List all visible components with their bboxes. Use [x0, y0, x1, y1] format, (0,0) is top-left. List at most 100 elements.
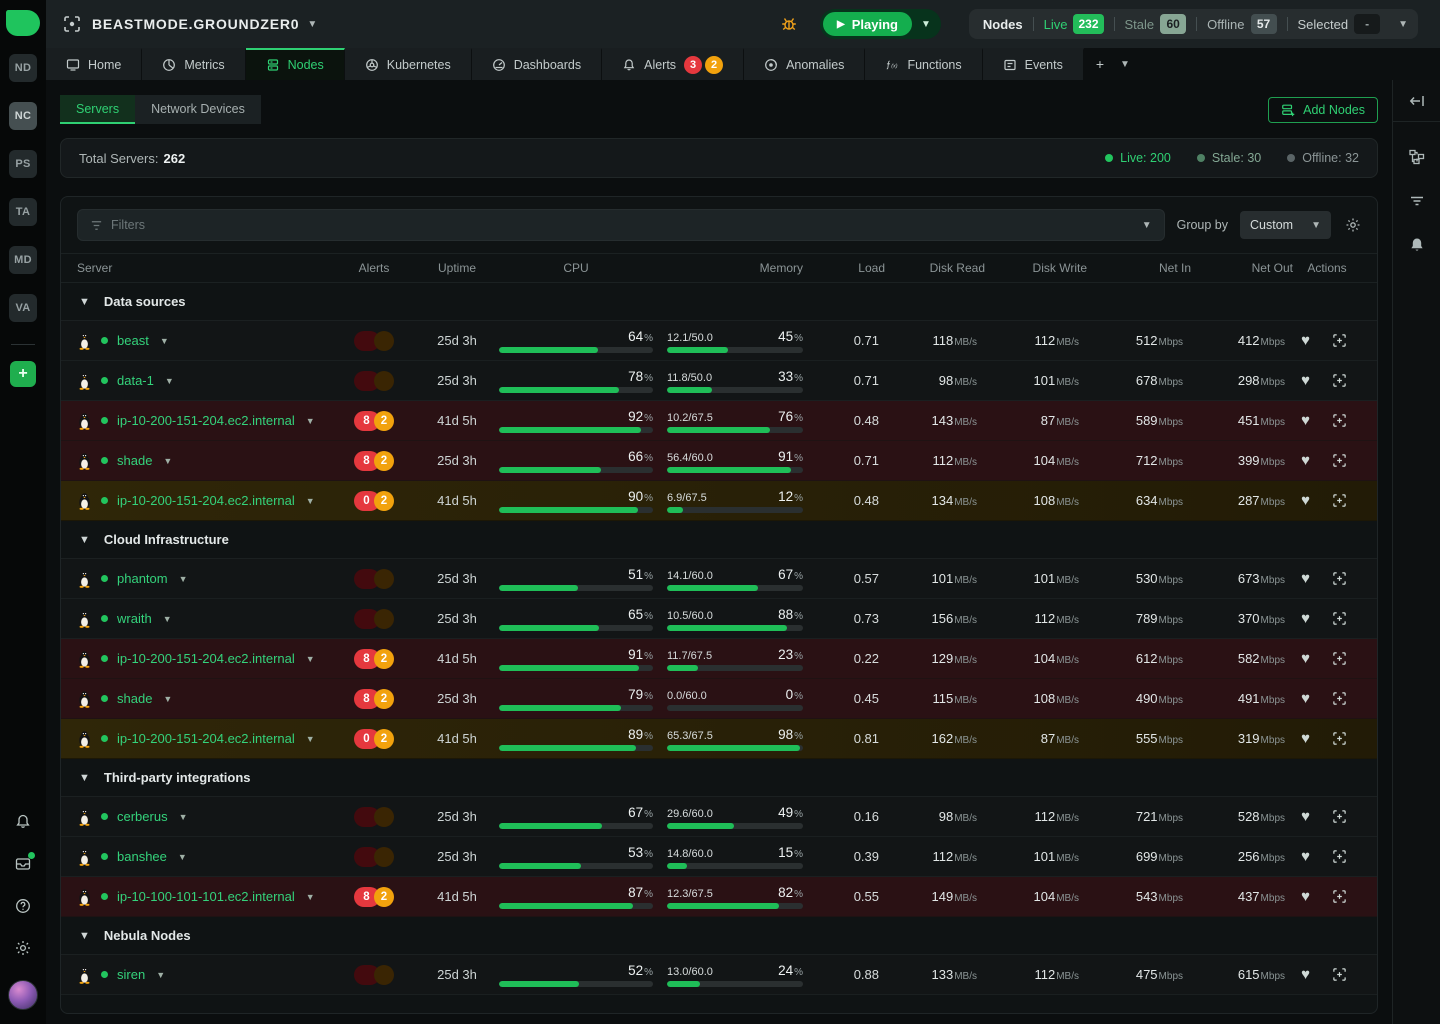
inspect-scan-icon[interactable]	[1332, 809, 1347, 824]
table-row[interactable]: cerberus▼0025d 3h67%29.6/60.049%0.1698MB…	[61, 797, 1377, 837]
server-name[interactable]: beast	[117, 333, 149, 348]
sidebar-item-nd[interactable]: ND	[9, 54, 37, 82]
server-name[interactable]: siren	[117, 967, 145, 982]
tab-nodes[interactable]: Nodes	[246, 48, 345, 80]
inspect-scan-icon[interactable]	[1332, 731, 1347, 746]
server-name[interactable]: shade	[117, 453, 152, 468]
group-header-third-party-integrations[interactable]: ▼Third-party integrations	[61, 759, 1377, 797]
settings-gear-icon[interactable]	[13, 938, 33, 958]
server-caret-down-icon[interactable]: ▼	[306, 892, 315, 902]
inspect-scan-icon[interactable]	[1332, 453, 1347, 468]
sidebar-item-ta[interactable]: TA	[9, 198, 37, 226]
table-row[interactable]: banshee▼0025d 3h53%14.8/60.015%0.39112MB…	[61, 837, 1377, 877]
favorite-heart-icon[interactable]: ♥	[1301, 333, 1310, 348]
tab-functions[interactable]: (x)Functions	[865, 48, 982, 80]
server-name[interactable]: ip-10-200-151-204.ec2.internal	[117, 413, 295, 428]
favorite-heart-icon[interactable]: ♥	[1301, 651, 1310, 666]
server-name[interactable]: shade	[117, 691, 152, 706]
inspect-scan-icon[interactable]	[1332, 413, 1347, 428]
collapse-panel-icon[interactable]	[1393, 80, 1440, 122]
inspect-scan-icon[interactable]	[1332, 373, 1347, 388]
server-caret-down-icon[interactable]: ▼	[156, 970, 165, 980]
help-icon[interactable]	[13, 896, 33, 916]
alerts-pill[interactable]: 82	[354, 411, 394, 431]
alerts-pill[interactable]: 02	[354, 729, 394, 749]
server-name[interactable]: ip-10-100-101-101.ec2.internal	[117, 889, 295, 904]
tab-anomalies[interactable]: Anomalies	[744, 48, 865, 80]
table-row[interactable]: data-1▼0025d 3h78%11.8/50.033%0.7198MB/s…	[61, 361, 1377, 401]
tab-metrics[interactable]: Metrics	[142, 48, 245, 80]
nav-overflow-chevron-icon[interactable]: ▼	[1120, 59, 1130, 70]
alerts-pill[interactable]: 02	[354, 491, 394, 511]
favorite-heart-icon[interactable]: ♥	[1301, 413, 1310, 428]
inspect-scan-icon[interactable]	[1332, 651, 1347, 666]
favorite-heart-icon[interactable]: ♥	[1301, 611, 1310, 626]
alerts-pill[interactable]: 82	[354, 649, 394, 669]
favorite-heart-icon[interactable]: ♥	[1301, 691, 1310, 706]
filter-icon[interactable]	[1408, 192, 1426, 210]
server-name[interactable]: ip-10-200-151-204.ec2.internal	[117, 493, 295, 508]
server-name[interactable]: phantom	[117, 571, 168, 586]
tab-kubernetes[interactable]: Kubernetes	[345, 48, 472, 80]
group-collapse-chevron-icon[interactable]: ▼	[79, 772, 90, 784]
user-avatar[interactable]	[8, 980, 38, 1010]
table-row[interactable]: beast▼0025d 3h64%12.1/50.045%0.71118MB/s…	[61, 321, 1377, 361]
column-header-net-out[interactable]: Net Out	[1191, 261, 1293, 275]
inspect-scan-icon[interactable]	[1332, 571, 1347, 586]
server-caret-down-icon[interactable]: ▼	[178, 852, 187, 862]
alerts-pill[interactable]: 82	[354, 887, 394, 907]
table-row[interactable]: shade▼8225d 3h79%0.0/60.00%0.45115MB/s10…	[61, 679, 1377, 719]
table-row[interactable]: ip-10-100-101-101.ec2.internal▼8241d 5h8…	[61, 877, 1377, 917]
server-caret-down-icon[interactable]: ▼	[306, 734, 315, 744]
group-by-select[interactable]: Custom ▼	[1240, 211, 1331, 239]
server-name[interactable]: ip-10-200-151-204.ec2.internal	[117, 651, 295, 666]
column-header-cpu[interactable]: CPU	[499, 261, 667, 275]
add-tab-button[interactable]: +	[1096, 56, 1104, 72]
column-header-disk-read[interactable]: Disk Read	[885, 261, 985, 275]
column-header-uptime[interactable]: Uptime	[415, 261, 499, 275]
server-caret-down-icon[interactable]: ▼	[306, 416, 315, 426]
column-header-load[interactable]: Load	[817, 261, 885, 275]
column-header-alerts[interactable]: Alerts	[333, 261, 415, 275]
workspace-name[interactable]: BEASTMODE.GROUNDZER0	[92, 16, 299, 32]
bell-icon[interactable]	[1408, 236, 1426, 254]
inspect-scan-icon[interactable]	[1332, 611, 1347, 626]
inspect-scan-icon[interactable]	[1332, 691, 1347, 706]
tab-dashboards[interactable]: Dashboards	[472, 48, 602, 80]
column-header-net-in[interactable]: Net In	[1087, 261, 1191, 275]
debug-bug-icon[interactable]	[780, 15, 798, 33]
inspect-scan-icon[interactable]	[1332, 333, 1347, 348]
server-name[interactable]: data-1	[117, 373, 154, 388]
playing-button[interactable]: ▶ Playing	[823, 12, 912, 36]
server-caret-down-icon[interactable]: ▼	[306, 496, 315, 506]
favorite-heart-icon[interactable]: ♥	[1301, 493, 1310, 508]
filters-input[interactable]: Filters ▼	[77, 209, 1165, 241]
workspace-chevron-down-icon[interactable]: ▼	[307, 19, 317, 30]
inbox-icon[interactable]	[13, 854, 33, 874]
favorite-heart-icon[interactable]: ♥	[1301, 967, 1310, 982]
column-header-server[interactable]: Server	[77, 261, 333, 275]
inspect-scan-icon[interactable]	[1332, 849, 1347, 864]
table-row[interactable]: ip-10-200-151-204.ec2.internal▼8241d 5h9…	[61, 401, 1377, 441]
server-name[interactable]: wraith	[117, 611, 152, 626]
inspect-scan-icon[interactable]	[1332, 967, 1347, 982]
alerts-pill[interactable]: 82	[354, 689, 394, 709]
group-header-nebula-nodes[interactable]: ▼Nebula Nodes	[61, 917, 1377, 955]
favorite-heart-icon[interactable]: ♥	[1301, 809, 1310, 824]
table-row[interactable]: wraith▼0025d 3h65%10.5/60.088%0.73156MB/…	[61, 599, 1377, 639]
server-caret-down-icon[interactable]: ▼	[163, 694, 172, 704]
tab-network-devices[interactable]: Network Devices	[135, 95, 261, 124]
sidebar-item-md[interactable]: MD	[9, 246, 37, 274]
tab-home[interactable]: Home	[46, 48, 142, 80]
alerts-pill[interactable]: 82	[354, 451, 394, 471]
tab-alerts[interactable]: Alerts32	[602, 48, 744, 80]
table-row[interactable]: phantom▼0025d 3h51%14.1/60.067%0.57101MB…	[61, 559, 1377, 599]
tab-events[interactable]: Events	[983, 48, 1084, 80]
server-caret-down-icon[interactable]: ▼	[179, 574, 188, 584]
server-caret-down-icon[interactable]: ▼	[179, 812, 188, 822]
table-row[interactable]: siren▼0025d 3h52%13.0/60.024%0.88133MB/s…	[61, 955, 1377, 995]
group-collapse-chevron-icon[interactable]: ▼	[79, 534, 90, 546]
sidebar-item-ps[interactable]: PS	[9, 150, 37, 178]
table-row[interactable]: shade▼8225d 3h66%56.4/60.091%0.71112MB/s…	[61, 441, 1377, 481]
server-name[interactable]: ip-10-200-151-204.ec2.internal	[117, 731, 295, 746]
